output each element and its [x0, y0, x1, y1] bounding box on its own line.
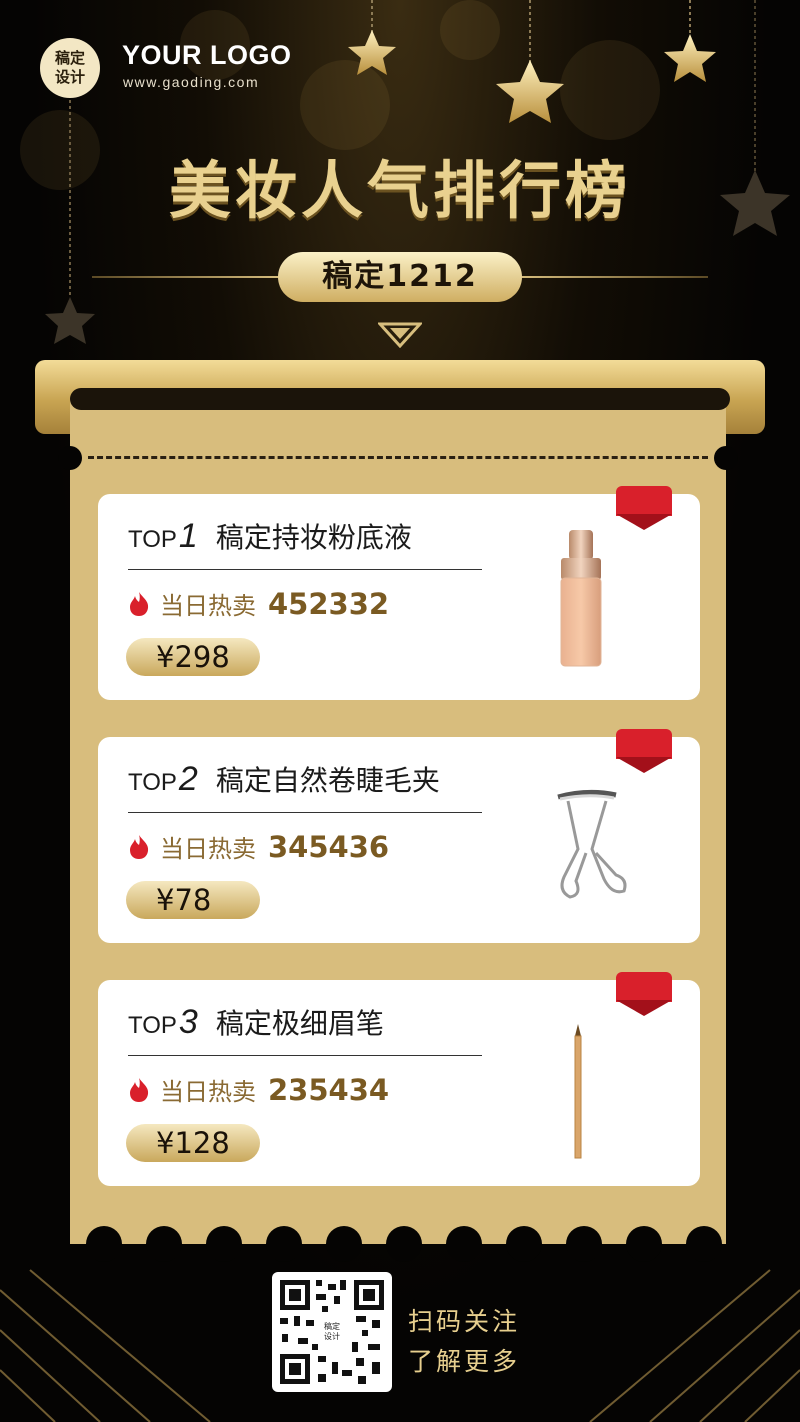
product-name: 稿定自然卷睫毛夹 [215, 764, 440, 797]
card-divider [128, 569, 482, 570]
divider-right [518, 276, 708, 278]
ribbon-icon [616, 486, 672, 516]
sales-row: 当日热卖 345436 [128, 829, 389, 864]
qr-caption-line1: 扫码关注 [408, 1307, 521, 1336]
dashed-divider [88, 456, 708, 459]
sales-row: 当日热卖 452332 [128, 586, 389, 621]
rank-top-label: TOP [128, 526, 177, 553]
product-name: 稿定极细眉笔 [215, 1007, 384, 1040]
ribbon-tail [616, 514, 672, 530]
chevron-down-icon [378, 322, 422, 348]
price-tag: ¥128 [126, 1124, 260, 1162]
qr-code[interactable]: 稿定 设计 [272, 1272, 392, 1392]
ribbon-tail [616, 757, 672, 773]
sales-value: 235434 [268, 1072, 390, 1107]
star-icon [45, 297, 95, 344]
qr-logo-badge: 稿定 设计 [318, 1318, 346, 1346]
poster: 稿定 设计 YOUR LOGO www.gaoding.com 美妆人气排行榜 … [0, 0, 800, 1422]
ribbon-tail [616, 1000, 672, 1016]
flame-icon [130, 834, 149, 859]
card-divider [128, 1055, 482, 1056]
ribbon-icon [616, 972, 672, 1002]
scroll-slot [70, 388, 730, 410]
qr-badge-line1: 稿定 [324, 1322, 340, 1331]
rank-top-label: TOP [128, 1012, 177, 1039]
star-icon [664, 34, 716, 82]
qr-badge-line2: 设计 [324, 1332, 340, 1341]
rank-number: 1 [178, 517, 198, 555]
ranking-card-1[interactable]: TOP 1 稿定持妆粉底液 当日热卖 452332 ¥298 [98, 486, 700, 700]
sales-label: 当日热卖 [160, 835, 256, 863]
sales-label: 当日热卖 [160, 1078, 256, 1106]
ranking-card-3[interactable]: TOP 3 稿定极细眉笔 当日热卖 235434 ¥128 [98, 972, 700, 1186]
logo-badge-line2: 设计 [54, 68, 85, 86]
card-divider [128, 812, 482, 813]
qr-caption-line2: 了解更多 [408, 1347, 521, 1376]
rank-number: 3 [178, 1003, 198, 1041]
scroll-notch-left [58, 446, 82, 470]
logo-text: YOUR LOGO [122, 40, 292, 70]
scroll-notch-right [714, 446, 738, 470]
sales-label: 当日热卖 [160, 592, 256, 620]
flame-icon [130, 591, 149, 616]
light-rays [0, 1269, 800, 1422]
sales-value: 345436 [268, 829, 390, 864]
logo-badge-line1: 稿定 [54, 49, 85, 67]
logo-badge: 稿定 设计 [40, 38, 100, 98]
star-icon [348, 30, 396, 75]
rank-number: 2 [178, 760, 198, 798]
rank-heading: TOP 1 稿定持妆粉底液 [128, 516, 412, 556]
product-name: 稿定持妆粉底液 [215, 521, 412, 554]
rank-top-label: TOP [128, 769, 177, 796]
eyebrow-pencil-icon [574, 1024, 582, 1159]
ribbon-icon [616, 729, 672, 759]
sales-row: 当日热卖 235434 [128, 1072, 389, 1107]
price-tag: ¥78 [126, 881, 260, 919]
subtitle-badge: 稿定1212 [278, 252, 522, 302]
sales-value: 452332 [268, 586, 390, 621]
price-tag: ¥298 [126, 638, 260, 676]
ranking-card-2[interactable]: TOP 2 稿定自然卷睫毛夹 当日热卖 345436 ¥78 [98, 729, 700, 943]
divider-left [92, 276, 282, 278]
rank-heading: TOP 3 稿定极细眉笔 [128, 1002, 384, 1042]
page-title: 美妆人气排行榜 [168, 154, 631, 227]
foundation-bottle-icon [560, 530, 602, 667]
flame-icon [130, 1077, 149, 1102]
logo-url: www.gaoding.com [123, 74, 260, 90]
eyelash-curler-icon [557, 789, 627, 899]
star-icon [496, 60, 564, 123]
rank-heading: TOP 2 稿定自然卷睫毛夹 [128, 759, 440, 799]
